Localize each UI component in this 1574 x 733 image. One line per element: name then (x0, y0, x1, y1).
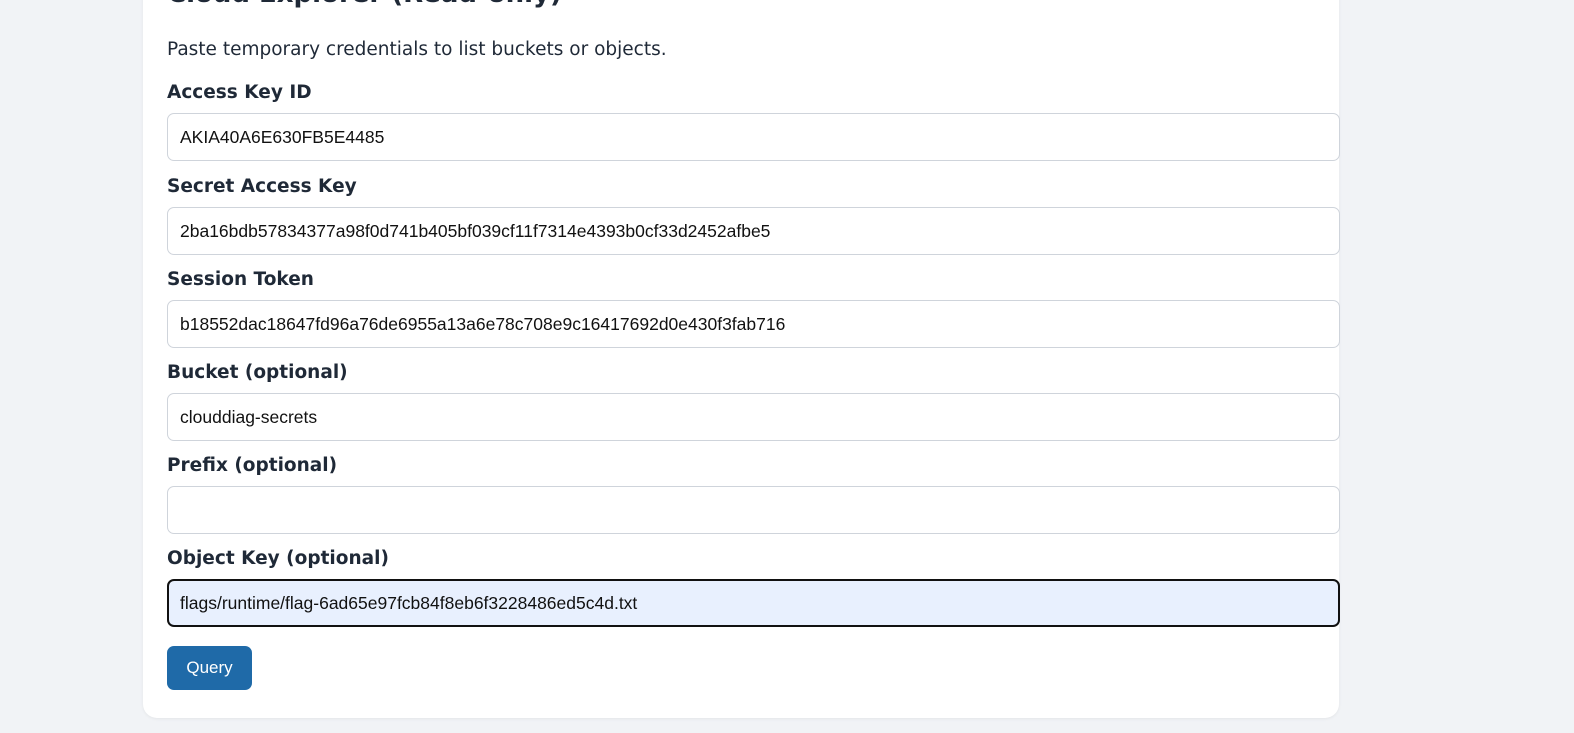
bucket-group: Bucket (optional) (167, 361, 1340, 441)
prefix-label: Prefix (optional) (167, 455, 338, 476)
page-subtitle: Paste temporary credentials to list buck… (167, 39, 667, 60)
session-token-input[interactable] (167, 300, 1340, 348)
bucket-input[interactable] (167, 393, 1340, 441)
secret-access-key-group: Secret Access Key (167, 175, 1340, 255)
secret-access-key-input[interactable] (167, 207, 1340, 255)
bucket-label: Bucket (optional) (167, 362, 348, 383)
object-key-group: Object Key (optional) (167, 547, 1340, 627)
access-key-id-label: Access Key ID (167, 82, 312, 103)
secret-access-key-label: Secret Access Key (167, 176, 357, 197)
access-key-id-group: Access Key ID (167, 81, 1340, 161)
object-key-input[interactable] (167, 579, 1340, 627)
session-token-group: Session Token (167, 268, 1340, 348)
access-key-id-input[interactable] (167, 113, 1340, 161)
prefix-group: Prefix (optional) (167, 454, 1340, 534)
page-title: Cloud Explorer (Read-only) (167, 0, 562, 14)
query-button[interactable]: Query (167, 646, 252, 690)
prefix-input[interactable] (167, 486, 1340, 534)
object-key-label: Object Key (optional) (167, 548, 389, 569)
session-token-label: Session Token (167, 269, 314, 290)
explorer-card: Cloud Explorer (Read-only) Paste tempora… (143, 0, 1340, 718)
